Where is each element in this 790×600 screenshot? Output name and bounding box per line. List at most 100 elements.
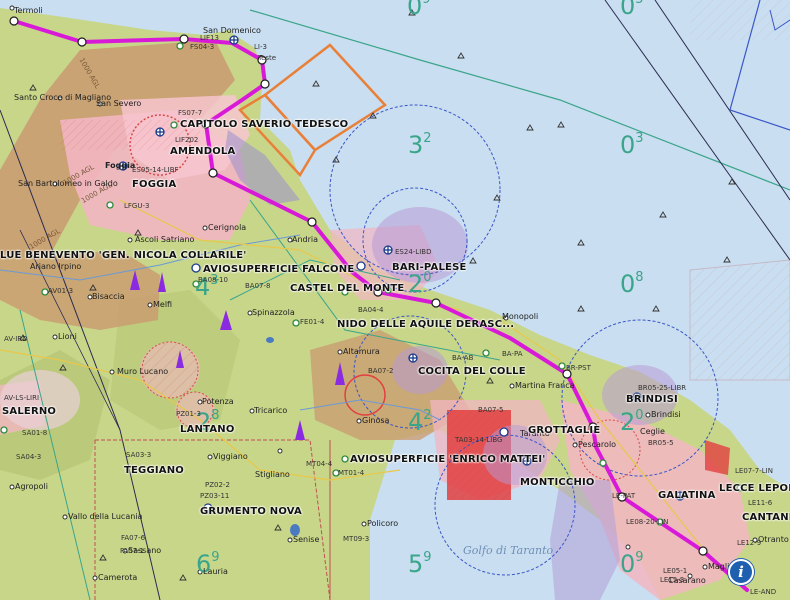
ident-label: AV-LS-LIRI (4, 394, 40, 402)
ident-label: PZ01-3 (176, 410, 201, 418)
ident-label: LIF202 (175, 136, 199, 144)
grid-number: 42 (408, 408, 432, 436)
city-label: Cerignola (208, 223, 247, 232)
airport-label: CAPITOLO SAVERIO TEDESCO (180, 119, 349, 130)
info-button[interactable]: i (728, 559, 754, 585)
city-label: Muro Lucano (117, 367, 169, 376)
city-label: Policoro (367, 519, 399, 528)
ident-label: BA-PA (502, 350, 523, 358)
city-label: Agropoli (15, 482, 48, 491)
airport-label: LUE BENEVENTO 'GEN. NICOLA COLLARILE' (0, 250, 247, 261)
airport-label: LECCE LEPORE (719, 483, 790, 494)
ident-label: FS07-7 (178, 109, 203, 117)
airport-label: FOGGIA (132, 179, 177, 190)
airport-label: MONTICCHIO (520, 477, 595, 488)
city-label: Ginosa (362, 416, 390, 425)
grid-number: 03 (620, 131, 644, 159)
ident-label: BR05-5 (648, 439, 674, 447)
ident-label: TA03-14-LIBG (455, 436, 503, 444)
city-label: Ariano Irpino (30, 262, 82, 271)
airport-label: NIDO DELLE AQUILE DERASC... (337, 319, 515, 330)
ident-label: ES05-14-LIBF (132, 166, 179, 174)
airport-label: TEGGIANO (124, 465, 184, 476)
city-label: Andria (292, 235, 319, 244)
airport-label: BARI-PALESE (392, 262, 467, 273)
city-label: SALERNO (2, 406, 57, 417)
airport-label: AVIOSUPERFICIE FALCONE (203, 264, 355, 275)
airport-label: GROTTAGLIE (528, 425, 601, 436)
ident-label: LE07-7-LIN (735, 467, 773, 475)
ident-label: AV-IRD (4, 335, 28, 343)
ident-label: LE12-9 (737, 539, 762, 547)
ident-label: LE05-1 (663, 567, 688, 575)
city-label: Ascoli Satriano (135, 235, 195, 244)
grid-number: 05 (620, 0, 644, 20)
grid-number: 20 (408, 270, 432, 298)
city-label: Brindisi (651, 410, 681, 419)
city-label: Bisaccia (92, 292, 125, 301)
ident-label: BA-AB (452, 354, 474, 362)
ident-label: LFGU-3 (124, 202, 150, 210)
ident-label: LI-3 (254, 43, 267, 51)
grid-number: 32 (408, 131, 432, 159)
city-label: Stigliano (255, 470, 290, 479)
city-label: Martina Franca (515, 381, 575, 390)
airport-label: AMENDOLA (170, 146, 236, 157)
city-label: Spinazzola (252, 308, 295, 317)
ident-label: LE11-6 (748, 499, 773, 507)
grid-number: 09 (407, 0, 431, 20)
airport-label: GALATINA (658, 490, 716, 501)
ident-label: AV01-3 (48, 287, 74, 295)
ident-label: SA03-3 (126, 451, 152, 459)
city-label: Viggiano (213, 452, 248, 461)
city-label: Camerota (98, 573, 138, 582)
ident-label: BR-PST (566, 364, 591, 372)
ident-label: LE-PAT (612, 492, 636, 500)
ident-label: LE-AND (750, 588, 777, 596)
ident-label: BA07-2 (368, 367, 394, 375)
ident-label: FA07-6 (121, 534, 146, 542)
airport-label: AVIOSUPERFICIE 'ENRICO MATTEI' (350, 454, 546, 465)
aeronautical-map[interactable]: 09 05 32 03 20 08 43 42 59 69 09 20 28 G… (0, 0, 790, 600)
airport-label: GRUMENTO NOVA (200, 506, 302, 517)
ident-label: Teste (258, 54, 277, 62)
grid-number: 59 (408, 550, 432, 578)
city-label: Tricarico (254, 406, 288, 415)
ident-label: BA07-5 (478, 406, 504, 414)
city-label: Pescarolo (578, 440, 617, 449)
ident-label: SA04-3 (16, 453, 42, 461)
city-label: Potenza (202, 397, 234, 406)
ident-label: BA07-8 (245, 282, 271, 290)
grid-number: 08 (620, 270, 644, 298)
ident-label: PZ03-11 (200, 492, 230, 500)
airport-label: COCITA DEL COLLE (418, 366, 526, 377)
city-label: Melfi (153, 300, 173, 309)
city-label: Senise (293, 535, 320, 544)
ident-label: BA04-4 (358, 306, 384, 314)
airport-label: BRINDISI (626, 394, 678, 405)
sea-label: Golfo di Taranto (463, 544, 554, 557)
ident-label: PZ02-2 (205, 481, 230, 489)
ident-label: MT01-4 (338, 469, 365, 477)
city-label: San Severo (96, 99, 142, 108)
city-label: Lauria (203, 567, 228, 576)
ident-label: BR05-25-LIBR (638, 384, 687, 392)
ident-label: MT09-3 (343, 535, 370, 543)
ident-label: BA08-10 (198, 276, 228, 284)
ident-label: LE08-20-LIN (626, 518, 669, 526)
ident-label: LIF13 (200, 34, 219, 42)
city-label: Lioni (58, 332, 77, 341)
city-label: Foggia (105, 161, 136, 170)
airport-label: CANTANI (742, 512, 790, 523)
ident-label: ES24-LIBD (395, 248, 432, 256)
city-label: San Bartolomeo in Galdo (18, 179, 118, 188)
ident-label: LE15-3 (660, 576, 685, 584)
grid-number: 09 (620, 550, 644, 578)
ident-label: FS04-3 (190, 43, 215, 51)
city-label: Ceglie (640, 427, 665, 436)
city-label: Vallo della Lucania (68, 512, 143, 521)
ident-label: MT04-4 (306, 460, 333, 468)
ident-label: FA07-1 (120, 547, 145, 555)
city-label: Otranto (758, 535, 789, 544)
ident-label: FE01-4 (300, 318, 325, 326)
